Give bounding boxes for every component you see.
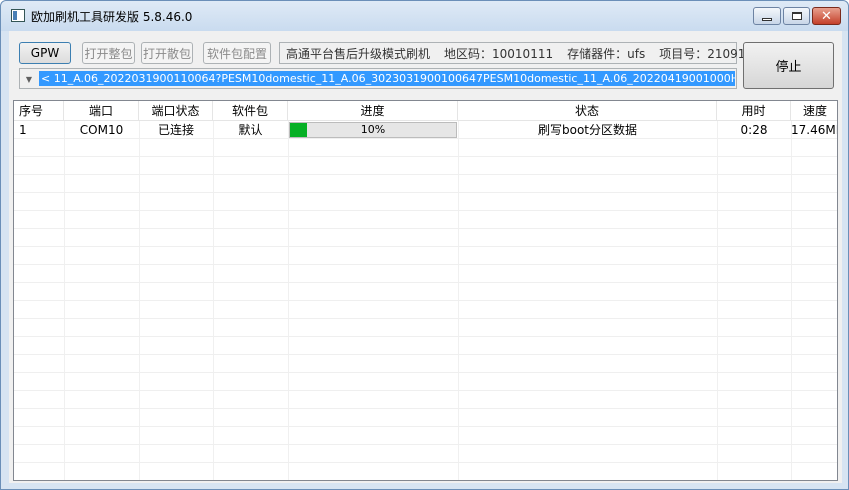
cell-elapsed: 0:28 [740, 123, 768, 137]
app-window: 欧加刷机工具研发版 5.8.46.0 ✕ GPW 打开整包 打开散包 软件包配置… [0, 0, 849, 490]
table-row-empty [14, 229, 837, 247]
cell-port: COM10 [79, 123, 124, 137]
maximize-icon [791, 12, 802, 20]
package-config-button[interactable]: 软件包配置 [203, 42, 271, 64]
app-icon [11, 9, 25, 22]
table-row-empty [14, 355, 837, 373]
open-full-package-button[interactable]: 打开整包 [82, 42, 135, 64]
package-path-value: < 11_A.06_2022031900110064?PESM10domesti… [39, 71, 735, 86]
stop-button[interactable]: 停止 [743, 42, 834, 89]
cell-port-status: 已连接 [157, 123, 194, 137]
client-area: GPW 打开整包 打开散包 软件包配置 高通平台售后升级模式刷机 地区码：100… [9, 31, 842, 483]
title-bar[interactable]: 欧加刷机工具研发版 5.8.46.0 ✕ [1, 1, 848, 31]
storage-label: 存储器件：ufs [567, 46, 646, 61]
table-row-empty [14, 373, 837, 391]
gpw-button[interactable]: GPW [19, 42, 71, 64]
column-header-progress[interactable]: 进度 [288, 101, 458, 121]
region-code-label: 地区码：10010111 [444, 46, 554, 61]
cell-status: 刷写boot分区数据 [537, 123, 637, 137]
table-row-empty [14, 427, 837, 445]
close-button[interactable]: ✕ [812, 7, 841, 25]
table-row[interactable]: 1 COM10 已连接 默认 10% 刷写boot分区数据 0:28 17.46… [14, 121, 837, 139]
cell-index: 1 [19, 123, 27, 137]
table-row-empty [14, 301, 837, 319]
table-row-empty [14, 391, 837, 409]
table-row-empty [14, 445, 837, 463]
flash-mode-label: 高通平台售后升级模式刷机 [286, 46, 431, 61]
table-row-empty [14, 139, 837, 157]
minimize-icon [762, 17, 772, 21]
table-row-empty [14, 247, 837, 265]
device-table: 序号 端口 端口状态 软件包 进度 状态 用时 速度 1 COM10 已连接 默… [13, 100, 838, 481]
cell-speed: 17.46MB/s [791, 123, 837, 137]
column-header-elapsed[interactable]: 用时 [717, 101, 791, 121]
table-header: 序号 端口 端口状态 软件包 进度 状态 用时 速度 [14, 101, 837, 121]
table-row-empty [14, 175, 837, 193]
progress-bar: 10% [289, 122, 457, 138]
table-row-empty [14, 193, 837, 211]
chevron-down-icon[interactable]: ▼ [22, 72, 36, 86]
device-info-bar: 高通平台售后升级模式刷机 地区码：10010111 存储器件：ufs 项目号：2… [279, 42, 745, 64]
table-row-empty [14, 211, 837, 229]
column-header-status[interactable]: 状态 [458, 101, 717, 121]
column-header-index[interactable]: 序号 [14, 101, 64, 121]
maximize-button[interactable] [783, 7, 810, 25]
column-header-port-status[interactable]: 端口状态 [139, 101, 213, 121]
table-row-empty [14, 409, 837, 427]
table-row-empty [14, 319, 837, 337]
table-row-empty [14, 283, 837, 301]
minimize-button[interactable] [753, 7, 781, 25]
column-header-package[interactable]: 软件包 [213, 101, 288, 121]
table-row-empty [14, 157, 837, 175]
cell-package: 默认 [238, 123, 263, 137]
close-icon: ✕ [821, 8, 832, 24]
table-row-empty [14, 463, 837, 480]
progress-text: 10% [360, 123, 386, 136]
package-path-combo[interactable]: ▼ < 11_A.06_2022031900110064?PESM10domes… [19, 68, 737, 89]
open-scatter-package-button[interactable]: 打开散包 [141, 42, 193, 64]
column-header-port[interactable]: 端口 [64, 101, 139, 121]
table-row-empty [14, 265, 837, 283]
project-number-label: 项目号：21091 [659, 46, 746, 61]
table-row-empty [14, 337, 837, 355]
column-header-speed[interactable]: 速度 [791, 101, 837, 121]
window-title: 欧加刷机工具研发版 5.8.46.0 [31, 10, 193, 24]
